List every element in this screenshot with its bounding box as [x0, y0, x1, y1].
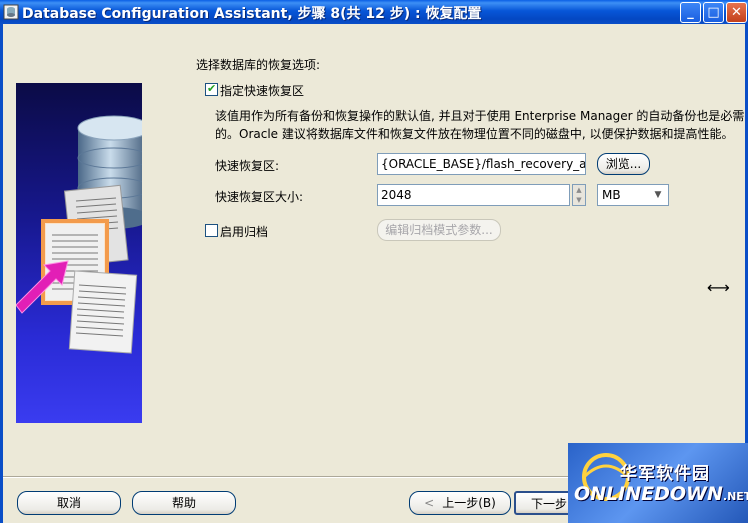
- fast-recovery-description-line1: 该值用作为所有备份和恢复操作的默认值, 并且对于使用 Enterprise Ma…: [215, 109, 745, 123]
- chevron-left-icon: <: [424, 496, 435, 510]
- minimize-icon: _: [687, 5, 694, 20]
- fast-recovery-size-label: 快速恢复区大小:: [215, 190, 304, 204]
- archive-checkbox[interactable]: [205, 224, 218, 237]
- fast-recovery-area-label: 快速恢复区:: [215, 159, 280, 173]
- maximize-icon: □: [707, 5, 720, 20]
- dbca-app-icon: [3, 4, 19, 20]
- watermark-suffix: .NET: [722, 490, 748, 503]
- maximize-button[interactable]: □: [703, 2, 724, 23]
- archive-checkbox-label[interactable]: 启用归档: [220, 223, 268, 240]
- spinner-up-icon[interactable]: ▲: [573, 185, 585, 195]
- chevron-down-icon: ▼: [654, 190, 662, 200]
- back-button-label: 上一步(B): [442, 496, 496, 510]
- size-unit-select[interactable]: MB ▼: [597, 184, 669, 206]
- recovery-options-heading: 选择数据库的恢复选项:: [196, 58, 321, 72]
- checkmark-icon: ✔: [207, 82, 217, 95]
- fast-recovery-checkbox[interactable]: ✔: [205, 82, 218, 96]
- watermark-brand: ONLINEDOWN: [574, 483, 723, 505]
- watermark-chinese-text: 华军软件园: [620, 464, 710, 484]
- cancel-button[interactable]: 取消: [17, 491, 121, 515]
- fast-recovery-checkbox-label[interactable]: 指定快速恢复区: [220, 82, 304, 99]
- horizontal-resize-cursor-icon: ⟷: [707, 278, 730, 297]
- database-documents-illustration: [16, 115, 142, 354]
- close-icon: ✕: [731, 5, 742, 20]
- browse-button[interactable]: 浏览...: [597, 153, 650, 175]
- close-button[interactable]: ✕: [726, 2, 747, 23]
- watermark-english-text: ONLINEDOWN.NET: [574, 483, 748, 505]
- onlinedown-watermark: 华军软件园 ONLINEDOWN.NET: [568, 443, 748, 523]
- window-frame-left: [0, 24, 3, 523]
- size-spinner[interactable]: ▲ ▼: [572, 184, 586, 206]
- spinner-down-icon[interactable]: ▼: [573, 195, 585, 205]
- wizard-illustration: [16, 83, 142, 423]
- fast-recovery-description-line2: 的。Oracle 建议将数据库文件和恢复文件放在物理位置不同的磁盘中, 以便保护…: [215, 127, 734, 141]
- window-title: Database Configuration Assistant, 步骤 8(共…: [22, 6, 482, 22]
- back-button[interactable]: < 上一步(B): [409, 491, 511, 515]
- fast-recovery-size-input[interactable]: 2048: [377, 184, 570, 206]
- minimize-button[interactable]: _: [680, 2, 701, 23]
- help-button[interactable]: 帮助: [132, 491, 236, 515]
- title-bar: Database Configuration Assistant, 步骤 8(共…: [0, 0, 748, 24]
- fast-recovery-area-input[interactable]: {ORACLE_BASE}/flash_recovery_area: [377, 153, 586, 175]
- edit-archive-params-button[interactable]: 编辑归档模式参数...: [377, 219, 501, 241]
- size-unit-value: MB: [602, 188, 621, 202]
